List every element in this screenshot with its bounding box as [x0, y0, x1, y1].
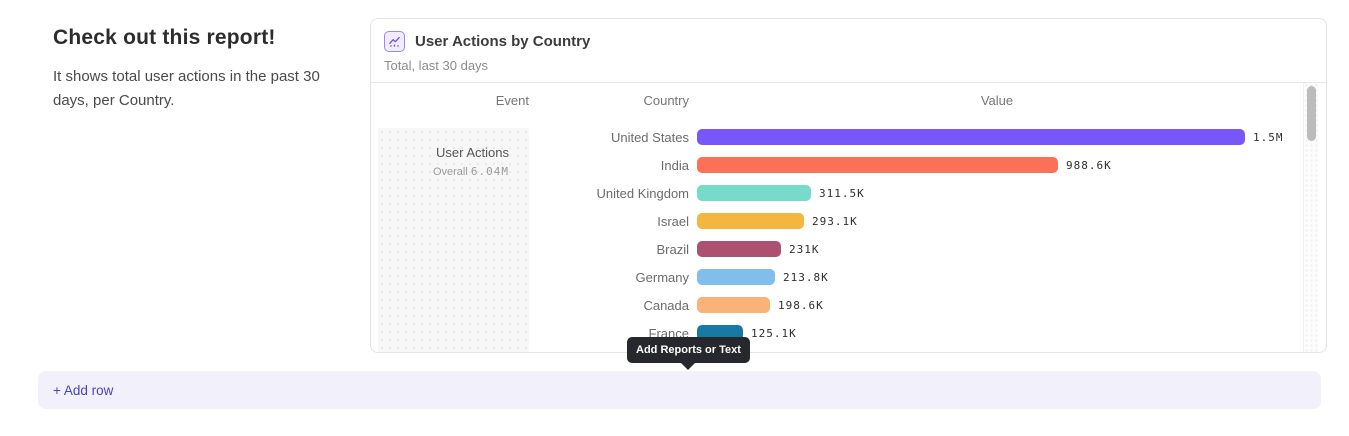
tooltip-arrow-icon: [681, 363, 695, 370]
country-label: India: [371, 158, 689, 173]
value-label: 198.6K: [778, 299, 824, 312]
scrollbar-track[interactable]: [1303, 83, 1318, 352]
bar-row: Israel 293.1K: [371, 207, 1302, 235]
add-reports-tooltip: Add Reports or Text: [627, 337, 750, 363]
report-title: User Actions by Country: [415, 33, 590, 50]
bar-row: Brazil 231K: [371, 235, 1302, 263]
report-card[interactable]: User Actions by Country Total, last 30 d…: [370, 18, 1327, 353]
bar-row: Germany 213.8K: [371, 263, 1302, 291]
value-bar[interactable]: [697, 297, 770, 313]
board-canvas: Check out this report! It shows total us…: [0, 0, 1349, 436]
value-bar[interactable]: [697, 213, 804, 229]
value-label: 231K: [789, 243, 820, 256]
text-tile[interactable]: Check out this report! It shows total us…: [53, 26, 353, 114]
value-bar[interactable]: [697, 269, 775, 285]
bar-row: United States 1.5M: [371, 123, 1302, 151]
value-bar[interactable]: [697, 241, 781, 257]
value-bar[interactable]: [697, 185, 811, 201]
tooltip-text: Add Reports or Text: [636, 344, 741, 356]
intro-heading: Check out this report!: [53, 26, 353, 50]
bar-row: Canada 198.6K: [371, 291, 1302, 319]
column-header-country: Country: [529, 93, 689, 108]
report-subtitle: Total, last 30 days: [384, 58, 1312, 73]
bar-row: United Kingdom 311.5K: [371, 179, 1302, 207]
column-header-value: Value: [697, 93, 1297, 108]
country-label: Canada: [371, 298, 689, 313]
bar-row: India 988.6K: [371, 151, 1302, 179]
intro-body: It shows total user actions in the past …: [53, 65, 353, 114]
country-label: Germany: [371, 270, 689, 285]
add-row-label: + Add row: [53, 383, 113, 398]
country-label: United States: [371, 130, 689, 145]
country-label: Israel: [371, 214, 689, 229]
value-bar[interactable]: [697, 157, 1058, 173]
value-label: 293.1K: [812, 215, 858, 228]
bar-chart: Event Country Value User Actions Overall…: [371, 83, 1326, 352]
bar-rows: United States 1.5M India 988.6K United K…: [371, 123, 1302, 347]
value-bar[interactable]: [697, 129, 1245, 145]
scrollbar-thumb[interactable]: [1307, 86, 1316, 141]
value-label: 213.8K: [783, 271, 829, 284]
country-label: Brazil: [371, 242, 689, 257]
report-card-header: User Actions by Country Total, last 30 d…: [371, 19, 1326, 83]
country-label: United Kingdom: [371, 186, 689, 201]
add-row-button[interactable]: + Add row: [38, 371, 1321, 409]
column-header-event: Event: [378, 93, 529, 108]
value-label: 988.6K: [1066, 159, 1112, 172]
value-label: 1.5M: [1253, 131, 1284, 144]
value-label: 311.5K: [819, 187, 865, 200]
value-label: 125.1K: [751, 327, 797, 340]
bar-row: France 125.1K: [371, 319, 1302, 347]
line-chart-icon: [384, 31, 405, 52]
